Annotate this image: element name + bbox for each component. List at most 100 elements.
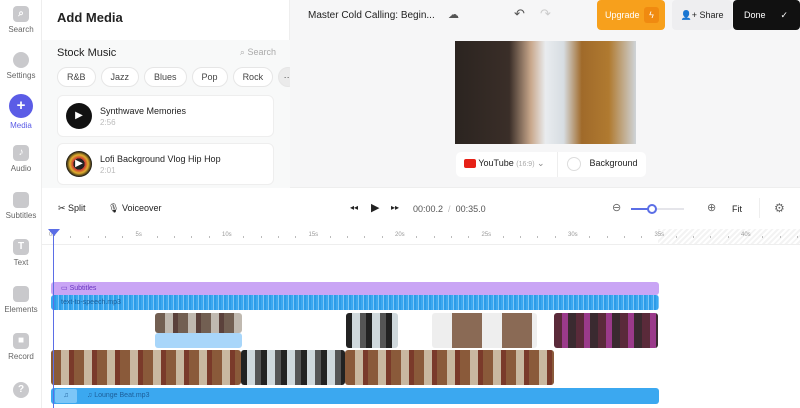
plus-icon: + <box>9 94 33 118</box>
redo-button[interactable]: ↷ <box>540 6 551 22</box>
check-icon: ✓ <box>780 10 788 20</box>
voice-audio-track[interactable]: text-to-speech.mp3 <box>51 295 659 310</box>
ruler-tick <box>87 236 89 238</box>
sidebar-item-record[interactable]: ■ Record <box>0 333 42 361</box>
video-clip-selected[interactable] <box>155 333 242 348</box>
sidebar-item-subtitles[interactable]: Subtitles <box>0 192 42 220</box>
add-media-panel: Add Media Stock Music ⌕ Search R&B Jazz … <box>42 0 299 188</box>
ruler-label: 15s <box>308 232 319 238</box>
ruler-label: 5s <box>135 232 142 238</box>
subtitles-icon <box>13 192 29 208</box>
ruler-tick <box>104 236 106 238</box>
video-clip[interactable] <box>155 313 242 333</box>
genre-chip-blues[interactable]: Blues <box>144 67 187 87</box>
timeline-toolbar: ✂ Split 🎙 Voiceover ◂◂ ▶ ▸▸ 00:00.2 / 00… <box>42 196 800 222</box>
video-clip[interactable] <box>345 350 554 385</box>
ruler-tick <box>554 236 556 238</box>
music-track[interactable]: ♫ ♫ Lounge Beat.mp3 <box>51 388 659 404</box>
ruler-tick <box>762 236 764 238</box>
time-display: 00:00.2 / 00:35.0 <box>413 204 486 214</box>
play-icon[interactable]: ▶ <box>66 151 92 177</box>
zoom-slider[interactable] <box>631 204 684 214</box>
zoom-out-button[interactable]: ⊖ <box>612 201 621 214</box>
ruler-tick <box>606 236 608 238</box>
video-clip[interactable] <box>554 313 658 348</box>
format-select[interactable]: YouTube (16:9) ⌄ <box>464 158 545 169</box>
music-note-icon: ♪ <box>13 145 29 161</box>
microphone-icon: 🎙 <box>108 203 122 213</box>
project-title[interactable]: Master Cold Calling: Begin... <box>308 10 435 21</box>
ruler-tick <box>260 236 262 238</box>
sidebar-item-search[interactable]: ⌕ Search <box>0 6 42 34</box>
zoom-in-button[interactable]: ⊕ <box>707 201 716 214</box>
sidebar-item-settings[interactable]: Settings <box>0 52 42 80</box>
gear-icon <box>13 52 29 68</box>
split-button[interactable]: ✂ Split <box>58 203 86 214</box>
music-track[interactable]: ▶ Synthwave Memories 2:56 <box>57 95 274 137</box>
video-clip[interactable] <box>346 313 398 348</box>
sidebar-item-media[interactable]: + Media <box>0 94 42 130</box>
genre-chip-pop[interactable]: Pop <box>191 67 228 87</box>
scissors-icon: ✂ <box>58 203 69 213</box>
genre-chip-jazz[interactable]: Jazz <box>100 67 140 87</box>
zoom-slider-handle[interactable] <box>647 204 658 214</box>
fit-button[interactable]: Fit <box>732 204 742 214</box>
ruler-tick <box>243 236 245 238</box>
background-button[interactable]: Background <box>567 157 638 171</box>
ruler-tick <box>329 236 331 238</box>
settings-gear-icon[interactable]: ⚙ <box>774 201 785 215</box>
ruler-tick <box>537 236 539 238</box>
sidebar-item-text[interactable]: T Text <box>0 239 42 267</box>
play-button[interactable]: ▶ <box>371 201 379 214</box>
text-icon: T <box>13 239 29 255</box>
ruler-tick <box>623 236 625 238</box>
undo-button[interactable]: ↶ <box>514 6 525 22</box>
music-search[interactable]: ⌕ Search <box>240 47 276 58</box>
video-clip[interactable] <box>51 350 241 385</box>
top-bar: Master Cold Calling: Begin... ☁ ↶ ↷ Upgr… <box>290 0 800 33</box>
cloud-saved-icon: ☁ <box>448 9 459 21</box>
ruler-tick <box>693 236 695 238</box>
ruler-tick <box>502 236 504 238</box>
help-button[interactable]: ? <box>0 382 42 401</box>
skip-forward-button[interactable]: ▸▸ <box>391 203 399 212</box>
genre-chip-rnb[interactable]: R&B <box>57 67 96 87</box>
ruler-tick <box>796 236 798 238</box>
ruler-tick <box>641 236 643 238</box>
ruler-label: 20s <box>395 232 405 238</box>
share-button[interactable]: 👤+ Share <box>672 0 732 30</box>
video-clip[interactable] <box>241 350 345 385</box>
add-user-icon: 👤+ <box>680 10 700 20</box>
ruler-tick <box>277 236 279 238</box>
lightning-icon: ϟ <box>644 7 659 23</box>
ruler-label: 30s <box>568 232 578 238</box>
play-icon[interactable]: ▶ <box>66 103 92 129</box>
timeline-ruler[interactable]: 0s5s10s15s20s25s30s35s40s <box>42 229 800 245</box>
video-clip[interactable] <box>432 313 537 348</box>
color-swatch-icon <box>567 157 581 171</box>
subtitles-track[interactable]: ▭ Subtitles <box>51 282 659 295</box>
playhead[interactable] <box>53 229 54 408</box>
genre-chip-rock[interactable]: Rock <box>232 67 274 87</box>
ruler-tick <box>433 236 435 238</box>
sidebar: ⌕ Search Settings + Media ♪ Audio Subtitles… <box>0 0 42 408</box>
ruler-tick <box>295 236 297 238</box>
stock-music-section: Stock Music ⌕ Search R&B Jazz Blues Pop … <box>42 40 299 188</box>
playhead-handle[interactable] <box>48 229 60 236</box>
ruler-tick <box>416 236 418 238</box>
video-preview[interactable] <box>455 41 636 144</box>
music-note-icon: ♫ <box>55 389 77 403</box>
music-track[interactable]: ▶ Lofi Background Vlog Hip Hop 2:01 <box>57 143 274 185</box>
done-button[interactable]: Done ✓ <box>733 0 800 30</box>
sidebar-item-audio[interactable]: ♪ Audio <box>0 145 42 173</box>
chevron-down-icon: ⌄ <box>537 158 545 168</box>
sidebar-item-elements[interactable]: Elements <box>0 286 42 314</box>
ruler-label: 10s <box>222 232 232 238</box>
ruler-tick <box>520 236 522 238</box>
upgrade-button[interactable]: Upgrade ϟ <box>597 0 665 30</box>
voiceover-button[interactable]: 🎙 Voiceover <box>108 203 161 214</box>
ruler-tick <box>122 236 124 238</box>
ruler-tick <box>156 236 158 238</box>
skip-back-button[interactable]: ◂◂ <box>350 203 358 212</box>
ruler-tick <box>174 236 176 238</box>
